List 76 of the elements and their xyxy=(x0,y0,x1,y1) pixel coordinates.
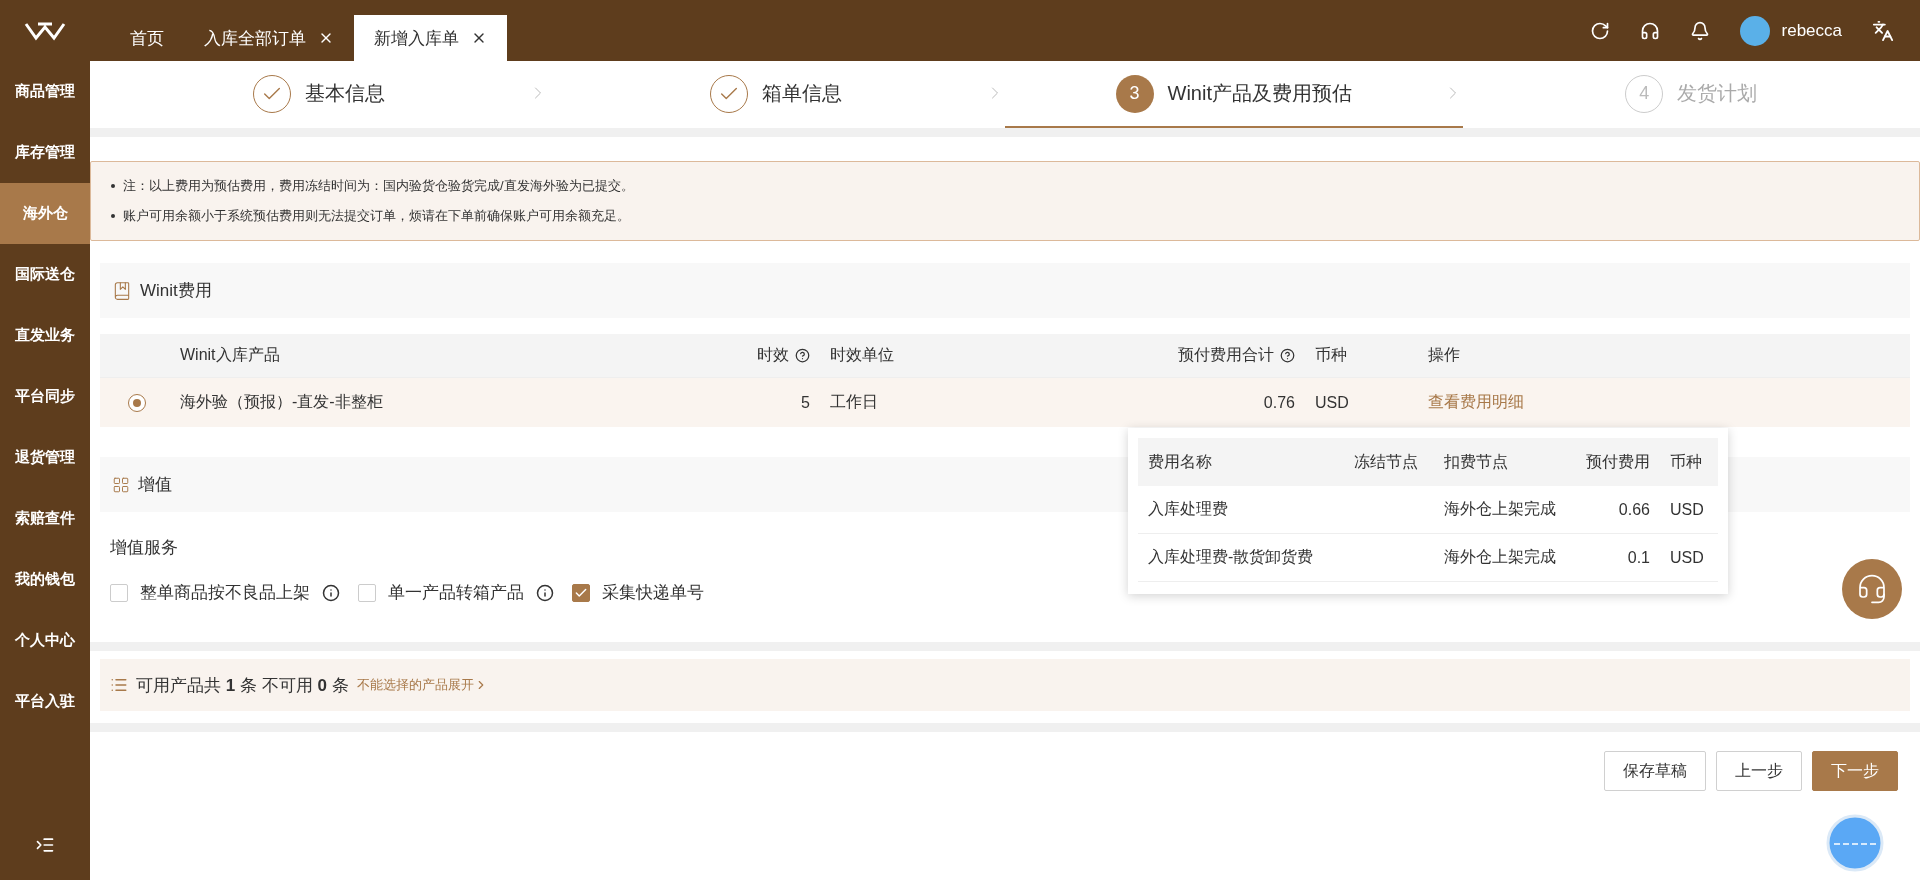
checkbox-label[interactable]: 采集快递单号 xyxy=(602,581,704,604)
notice-text: 账户可用余额小于系统预估费用则无法提交订单，烦请在下单前确保账户可用余额充足。 xyxy=(123,207,630,225)
next-button[interactable]: 下一步 xyxy=(1812,751,1898,791)
bullet-dot xyxy=(111,214,115,218)
column-header: 预付费用合计 xyxy=(1007,334,1305,377)
translate-icon[interactable] xyxy=(1872,19,1894,42)
grid-icon xyxy=(112,475,130,494)
checkbox-label[interactable]: 单一产品转箱产品 xyxy=(388,581,524,604)
step-item: 4 发货计划 xyxy=(1462,61,1920,128)
table-cell: USD xyxy=(1660,534,1718,582)
column-header: 冻结节点 xyxy=(1344,438,1434,486)
sidebar-item[interactable]: 海外仓 xyxy=(0,183,90,244)
checkbox[interactable] xyxy=(110,583,128,602)
expand-link[interactable]: 不能选择的产品展开 xyxy=(356,676,488,694)
bell-icon[interactable] xyxy=(1689,20,1710,41)
sidebar-item[interactable]: 个人中心 xyxy=(0,610,90,671)
secondary-button[interactable]: 保存草稿 xyxy=(1604,751,1706,791)
notice-text: 注：以上费用为预估费用，费用冻结时间为：国内验货仓验货完成/直发海外验为已提交。 xyxy=(123,177,634,195)
column-header: 费用名称 xyxy=(1138,438,1344,486)
sidebar-item[interactable]: 我的钱包 xyxy=(0,549,90,610)
table-cell: 0.1 xyxy=(1570,534,1660,582)
headphones-icon[interactable] xyxy=(1639,20,1660,41)
sidebar-item[interactable]: 国际送仓 xyxy=(0,244,90,305)
availability-text: 可用产品共 1 条 不可用 0 条 xyxy=(136,674,349,697)
user-avatar[interactable] xyxy=(1739,15,1770,46)
table-cell: USD xyxy=(1660,486,1718,534)
page-tab[interactable]: 新增入库单 xyxy=(354,15,507,61)
table-cell: 5 xyxy=(666,377,820,427)
list-icon xyxy=(110,676,128,694)
logo-icon xyxy=(24,20,66,41)
step-item: 基本信息 xyxy=(90,61,548,128)
table-cell: 海外仓上架完成 xyxy=(1434,486,1570,534)
sidebar-item[interactable]: 平台同步 xyxy=(0,366,90,427)
sidebar-item[interactable]: 直发业务 xyxy=(0,305,90,366)
step-item: 箱单信息 xyxy=(547,61,1005,128)
table-cell: 0.66 xyxy=(1570,486,1660,534)
column-header: Winit入库产品 xyxy=(170,334,666,377)
fee-detail-link[interactable]: 查看费用明细 xyxy=(1428,392,1524,413)
page-tab[interactable]: 入库全部订单 xyxy=(184,15,354,61)
secondary-button[interactable]: 上一步 xyxy=(1716,751,1802,791)
table-cell: 海外验（预报）-直发-非整柜 xyxy=(170,377,666,427)
bullet-dot xyxy=(111,184,115,188)
step-item: 3 Winit产品及费用预估 xyxy=(1005,61,1463,128)
sidebar-item[interactable]: 库存管理 xyxy=(0,122,90,183)
column-header: 操作 xyxy=(1418,334,1910,377)
page-tab[interactable]: 首页 xyxy=(110,15,184,61)
book-icon xyxy=(112,280,132,301)
column-header: 时效 xyxy=(666,334,820,377)
column-header: 时效单位 xyxy=(820,334,1007,377)
column-header: 币种 xyxy=(1660,438,1718,486)
column-header: 币种 xyxy=(1305,334,1418,377)
refresh-icon[interactable] xyxy=(1589,20,1610,41)
column-header: 预付费用 xyxy=(1570,438,1660,486)
table-cell: 入库处理费-散货卸货费 xyxy=(1138,534,1344,582)
sidebar-item[interactable]: 平台入驻 xyxy=(0,671,90,732)
table-cell: 工作日 xyxy=(820,377,1007,427)
sidebar-item[interactable]: 退货管理 xyxy=(0,427,90,488)
table-cell: 入库处理费 xyxy=(1138,486,1344,534)
column-header: 扣费节点 xyxy=(1434,438,1570,486)
table-cell: 海外仓上架完成 xyxy=(1434,534,1570,582)
user-name[interactable]: rebecca xyxy=(1781,20,1842,41)
section-title: Winit费用 xyxy=(140,280,212,302)
checkbox[interactable] xyxy=(358,583,376,602)
section-title: 增值 xyxy=(138,474,172,496)
checkbox[interactable] xyxy=(572,583,590,602)
collapse-menu-icon[interactable] xyxy=(35,835,55,855)
table-cell: 0.76 xyxy=(1007,377,1305,427)
checkbox-label[interactable]: 整单商品按不良品上架 xyxy=(140,581,310,604)
radio-button[interactable] xyxy=(128,393,146,412)
field-label: 增值服务 xyxy=(110,537,178,559)
table-cell: USD xyxy=(1305,377,1418,427)
sidebar-item[interactable]: 索赔查件 xyxy=(0,488,90,549)
sidebar-item[interactable]: 商品管理 xyxy=(0,61,90,122)
step-number: 3 xyxy=(1115,74,1154,113)
headset-icon xyxy=(1856,573,1888,605)
customer-service-button[interactable] xyxy=(1842,559,1902,619)
